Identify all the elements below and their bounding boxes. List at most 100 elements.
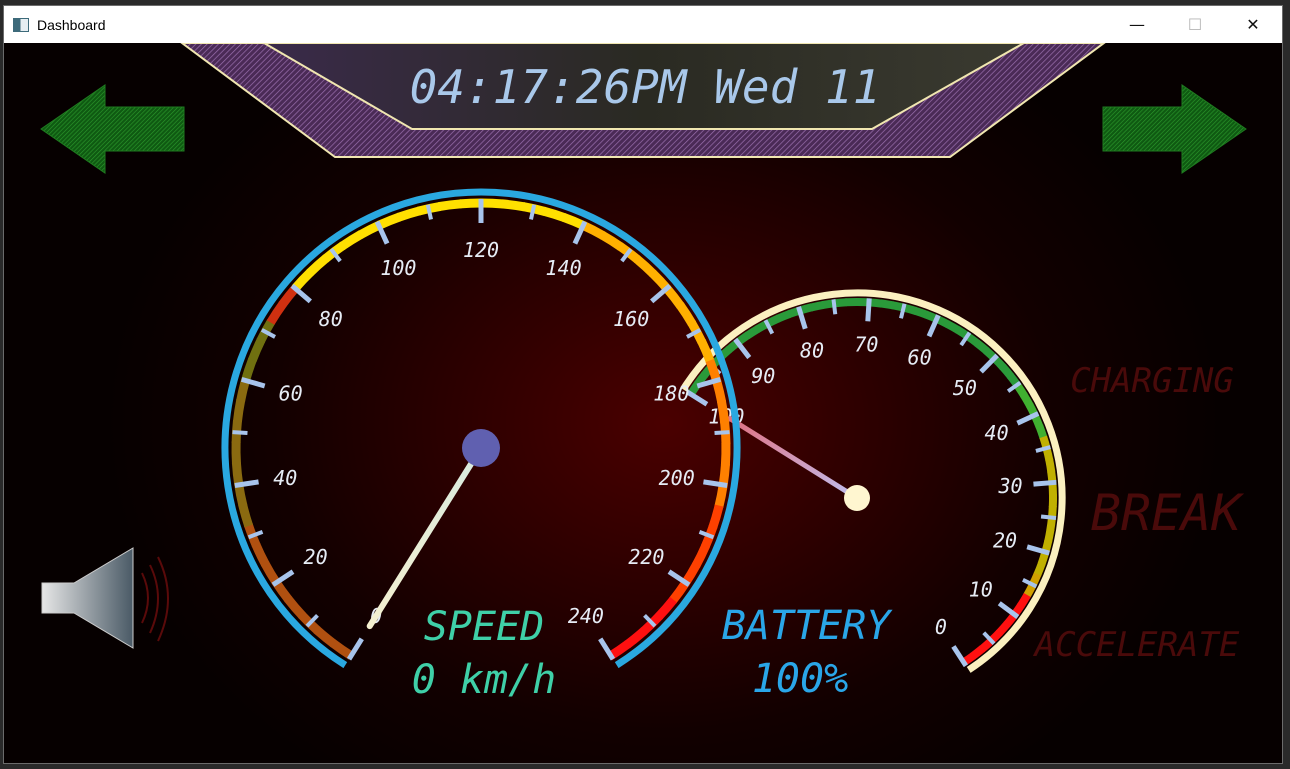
battery-arc-segment (999, 363, 1014, 379)
battery-arc-segment (995, 621, 1011, 636)
speed-arc-segment (712, 379, 727, 404)
battery-arc-segment (1045, 458, 1056, 473)
app-icon (13, 17, 29, 32)
accelerate-indicator: ACCELERATE (1033, 625, 1240, 665)
battery-tick-label: 10 (969, 578, 993, 602)
battery-arc-segment (913, 306, 929, 319)
speed-arc-segment (720, 442, 731, 466)
speaker-icon[interactable] (41, 547, 169, 649)
speed-arc (221, 188, 741, 669)
battery-tick (865, 298, 872, 322)
speed-tick (598, 637, 616, 661)
speed-tick-label: 180 (653, 381, 689, 405)
speed-label: SPEED (424, 604, 544, 650)
battery-label: BATTERY (722, 603, 893, 649)
clock-display: 04:17:26PM Wed 11 (410, 60, 881, 114)
battery-needle (727, 416, 860, 501)
speed-arc-segment (676, 302, 696, 326)
battery-arc-segment (974, 339, 990, 354)
speed-arc-segment (691, 543, 710, 568)
battery-tick (1033, 479, 1057, 487)
battery-tick (1040, 514, 1057, 521)
speed-arc-segment (633, 255, 657, 278)
battery-arc-segment (776, 310, 791, 323)
speed-tick-label: 80 (319, 307, 343, 331)
speed-arc-segment (266, 301, 287, 325)
battery-tick-label: 70 (854, 332, 878, 356)
speed-arc-segment (480, 198, 504, 209)
battery-tick-label: 30 (997, 474, 1022, 498)
speed-arc-segment (247, 338, 266, 363)
battery-arc-segment (880, 299, 894, 310)
speed-tick-label: 160 (613, 307, 649, 331)
battery-tick-label: 90 (751, 364, 775, 388)
speed-value: 0 km/h (412, 657, 557, 703)
speed-tick (346, 637, 364, 661)
speed-arc-segment (708, 504, 724, 529)
battery-tick-label: 50 (953, 376, 977, 400)
battery-tick (686, 389, 709, 407)
maximize-button[interactable]: ☐ (1166, 6, 1224, 43)
speed-arc-segment (284, 595, 306, 619)
speed-arc-segment (624, 627, 648, 649)
speed-arc-segment (241, 357, 257, 382)
battery-arc-segment (1020, 392, 1034, 408)
speed-arc-segment (313, 626, 337, 648)
battery-tick (831, 299, 838, 315)
battery-tick-label: 0 (935, 615, 947, 639)
speed-tick-label: 240 (568, 604, 604, 628)
speed-arc-outline (221, 188, 741, 669)
speed-tick-label: 100 (380, 256, 416, 280)
window-controls: — ☐ ✕ (1108, 6, 1282, 43)
dashboard-window: Dashboard — ☐ ✕ 04:17:26PM Wed 11 0 10 2… (3, 5, 1283, 764)
speed-arc-segment (330, 639, 354, 660)
speed-tick-label: 40 (273, 466, 297, 490)
battery-arc-segment (1044, 528, 1055, 543)
speed-tick-label: 220 (628, 545, 664, 569)
speed-arc-segment (714, 484, 728, 508)
speed-arc-segment (376, 212, 402, 230)
speed-arc-segment (232, 398, 246, 423)
battery-arc-segment (810, 300, 825, 312)
speed-arc-segment (655, 596, 677, 620)
speed-tick-label: 120 (463, 238, 499, 262)
speed-needle-hub (462, 429, 500, 467)
dashboard-canvas: 04:17:26PM Wed 11 0 10 20 30 40 50 60 70… (4, 42, 1282, 763)
speed-arc-segment (663, 285, 685, 309)
speed-arc-segment (260, 561, 281, 586)
battery-arc-segment (945, 320, 961, 334)
speed-arc-segment (396, 206, 421, 222)
speed-tick-label: 20 (304, 545, 328, 569)
left-arrow-icon[interactable] (40, 84, 185, 174)
speed-arc-segment (238, 503, 253, 528)
speed-arc-segment (599, 231, 624, 251)
charging-indicator: CHARGING (1070, 361, 1234, 401)
right-arrow-icon[interactable] (1102, 84, 1247, 174)
speed-tick (714, 430, 730, 436)
minimize-button[interactable]: — (1108, 6, 1166, 43)
battery-arc-segment (1017, 593, 1031, 608)
speed-arc-segment (501, 199, 525, 212)
battery-value: 100% (752, 656, 848, 702)
window-title: Dashboard (37, 16, 106, 33)
battery-tick-label: 40 (985, 421, 1009, 445)
battery-tick-label: 60 (908, 345, 932, 369)
battery-arc-segment (1035, 424, 1048, 440)
battery-arc-segment (744, 325, 760, 340)
speed-arc-segment (542, 206, 567, 223)
battery-arc-segment (970, 645, 986, 660)
speed-arc-segment (716, 400, 730, 424)
speed-tick-label: 140 (546, 256, 582, 280)
speed-arc-segment (251, 542, 270, 567)
speed-tick-label: 200 (659, 466, 695, 490)
close-button[interactable]: ✕ (1224, 6, 1282, 43)
battery-arc-segment (1033, 561, 1046, 577)
speed-arc-segment (231, 462, 244, 486)
speed-needle (366, 445, 484, 630)
speed-gauge: 0 20 40 60 80 100 120 140 160 180 200 22… (221, 188, 741, 669)
battery-tick-label: 20 (993, 528, 1017, 552)
speed-arc-segment (438, 199, 462, 212)
title-bar[interactable]: Dashboard — ☐ ✕ (4, 6, 1282, 43)
speed-arc-segment (581, 221, 606, 240)
battery-tick-label: 80 (800, 339, 824, 363)
